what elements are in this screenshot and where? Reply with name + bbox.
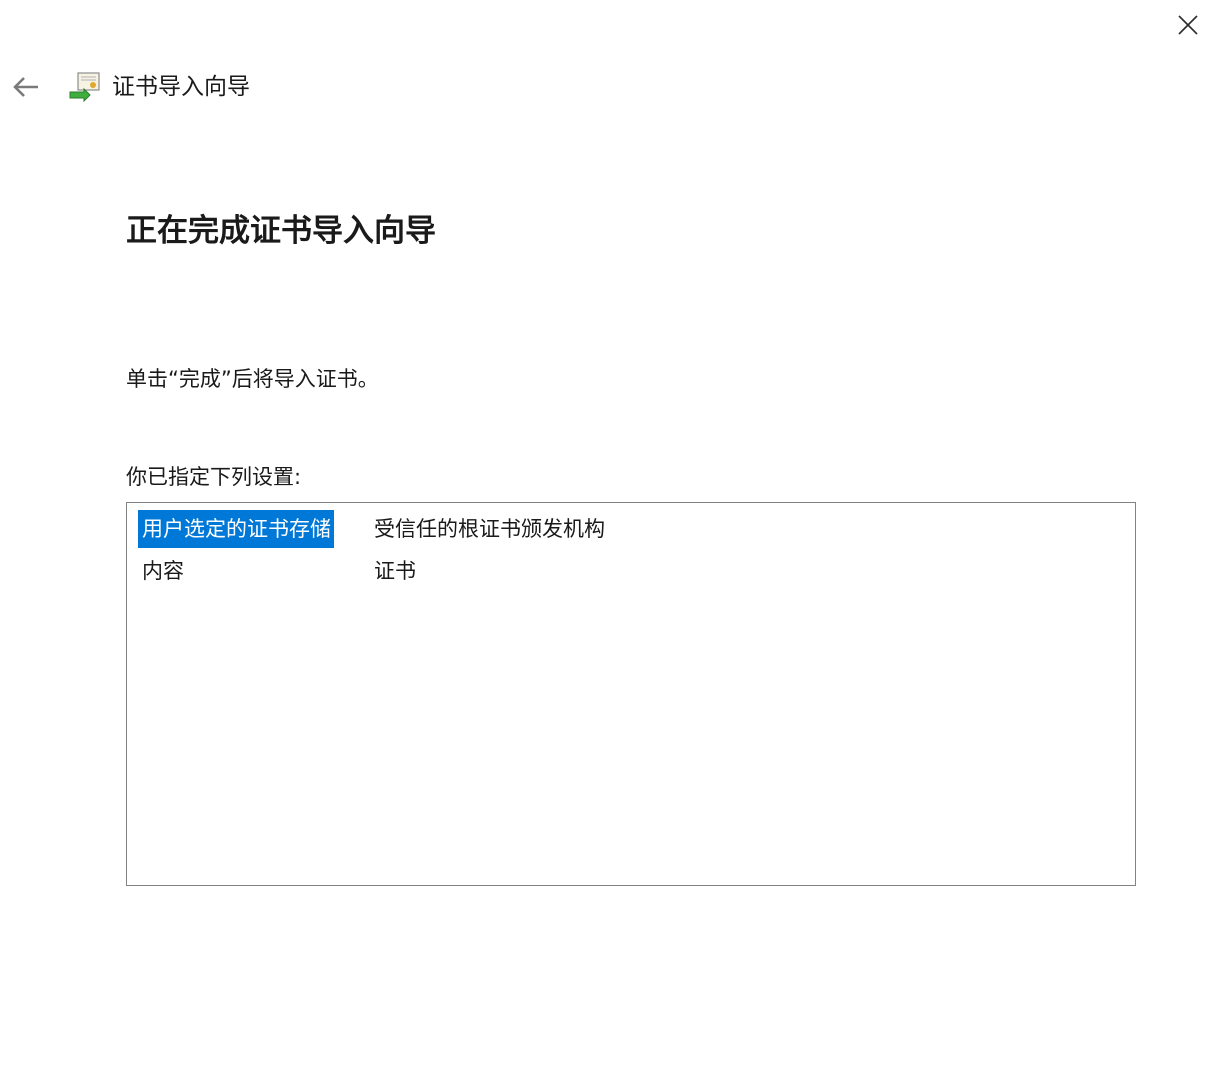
- setting-value: 受信任的根证书颁发机构: [374, 517, 605, 541]
- settings-label: 你已指定下列设置:: [126, 465, 302, 489]
- close-button[interactable]: [1166, 6, 1210, 44]
- setting-name[interactable]: 内容: [138, 552, 187, 590]
- setting-name[interactable]: 用户选定的证书存储: [138, 510, 334, 548]
- settings-list[interactable]: 用户选定的证书存储 受信任的根证书颁发机构 内容 证书: [126, 502, 1136, 886]
- page-heading: 正在完成证书导入向导: [126, 213, 436, 249]
- close-icon: [1178, 15, 1198, 35]
- list-item[interactable]: 内容 证书: [127, 552, 1135, 590]
- back-button[interactable]: [6, 68, 46, 106]
- list-item[interactable]: 用户选定的证书存储 受信任的根证书颁发机构: [127, 510, 1135, 548]
- back-arrow-icon: [13, 77, 38, 97]
- window-title: 证书导入向导: [112, 74, 250, 100]
- setting-value: 证书: [374, 559, 416, 583]
- certificate-wizard-icon: [68, 70, 102, 104]
- instruction-text: 单击“完成”后将导入证书。: [126, 367, 379, 391]
